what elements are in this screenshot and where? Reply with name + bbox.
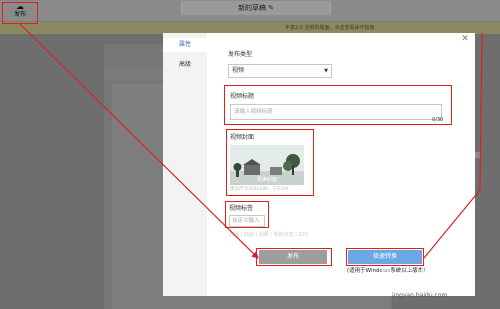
- watermark-logo: Bai 经验: [380, 266, 455, 287]
- arrow-convert-right: [479, 32, 483, 191]
- arrow-convert-up: [423, 189, 481, 259]
- watermark-url: jingyan.baidu.com: [392, 292, 448, 299]
- arrow-publish-to-button: [19, 23, 259, 259]
